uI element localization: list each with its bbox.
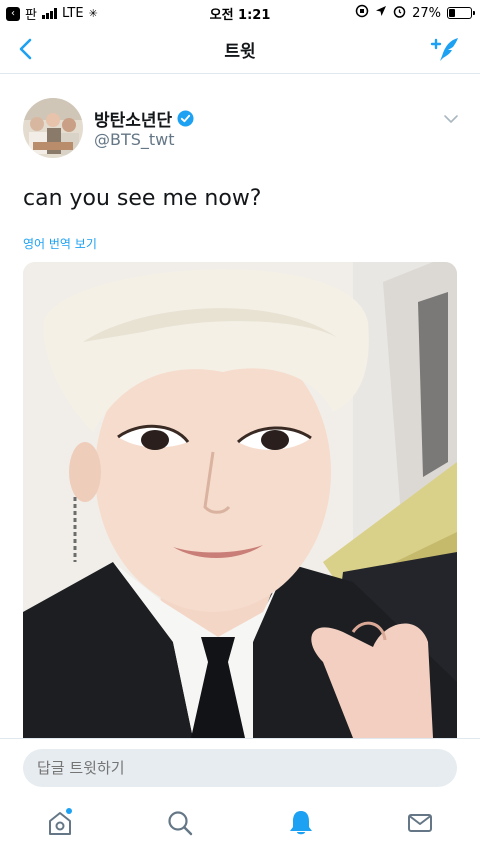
location-icon [375,5,387,21]
home-icon[interactable] [45,808,75,838]
search-icon[interactable] [165,808,195,838]
author-handle[interactable]: @BTS_twt [94,130,175,149]
reply-bar [0,738,480,796]
compose-tweet-icon[interactable] [428,34,462,64]
page-title: 트윗 [224,42,256,62]
alarm-icon [393,5,406,22]
status-bar: ‹ 판 LTE ✳ 오전 1:21 27% [0,0,480,24]
rotation-lock-icon [355,4,369,22]
chevron-down-icon[interactable] [442,110,460,128]
notifications-icon[interactable] [286,808,316,838]
translate-link[interactable]: 영어 번역 보기 [23,235,97,252]
avatar[interactable] [23,98,83,158]
chevron-left-icon[interactable] [14,36,40,62]
messages-icon[interactable] [405,808,435,838]
battery-percent: 27% [412,5,441,21]
battery-icon [447,7,475,19]
author-name-row[interactable]: 방탄소년단 [94,106,194,131]
nav-bar: 트윗 [0,24,480,74]
tab-bar [0,796,480,853]
tweet-text: can you see me now? [23,186,262,211]
author-name[interactable]: 방탄소년단 [94,106,172,131]
status-right: 27% [355,4,475,22]
verified-badge-icon [177,110,194,127]
tweet-photo[interactable] [23,262,457,738]
reply-input[interactable] [23,749,457,787]
